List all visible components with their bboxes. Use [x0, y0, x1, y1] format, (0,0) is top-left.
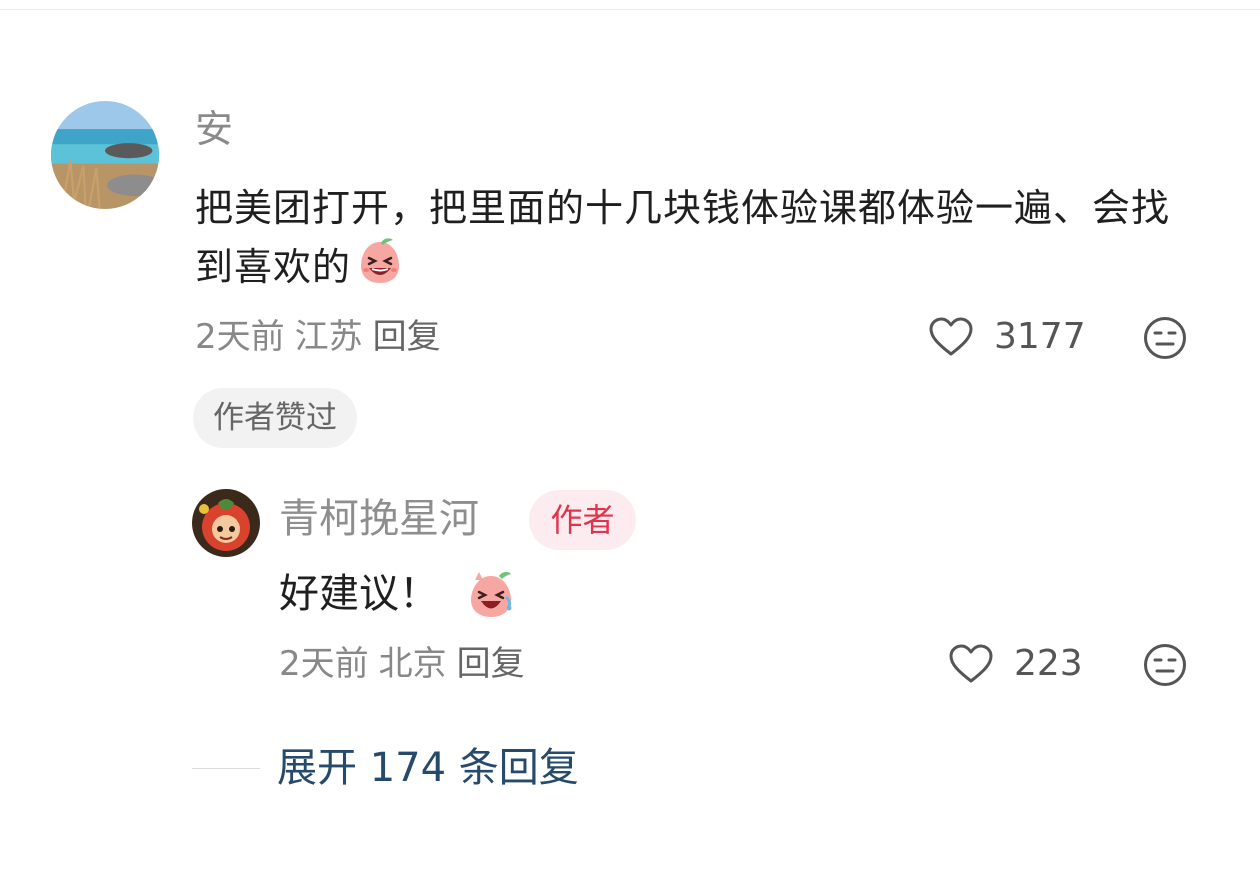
comment-time: 2天前 — [195, 317, 285, 357]
comment-like-button[interactable]: 3177 — [928, 315, 1086, 359]
comment-like-count: 3177 — [994, 316, 1086, 357]
comment-reply-button[interactable]: 回复 — [373, 317, 441, 357]
reply-like-button[interactable]: 223 — [948, 642, 1083, 686]
author-badge: 作者 — [529, 490, 636, 550]
reply-like-count: 223 — [1014, 643, 1083, 684]
reply-text-content: 好建议！ — [279, 571, 439, 617]
reply-reply-button[interactable]: 回复 — [457, 644, 525, 684]
heart-icon — [949, 644, 993, 683]
comment-text-content: 把美团打开，把里面的十几块钱体验课都体验一遍、会找到喜欢的 — [195, 186, 1171, 289]
laughing-peach-emoji-icon — [355, 236, 405, 286]
commenter-avatar[interactable] — [51, 101, 159, 209]
reply-meta: 2天前 北京 回复 — [279, 642, 535, 686]
expand-divider — [192, 768, 260, 769]
comment-location: 江苏 — [294, 317, 363, 357]
reply-dislike-button[interactable] — [1143, 643, 1187, 687]
commenter-username[interactable]: 安 — [195, 104, 233, 154]
comment-meta: 2天前 江苏 回复 — [195, 315, 451, 359]
author-liked-badge: 作者赞过 — [193, 388, 357, 448]
laughing-tears-peach-emoji-icon — [465, 568, 517, 620]
expand-replies-button[interactable]: 展开 174 条回复 — [277, 740, 579, 796]
reply-text: 好建议！ — [279, 566, 517, 622]
neutral-face-icon — [1144, 644, 1186, 686]
comment-dislike-button[interactable] — [1143, 316, 1187, 360]
replier-avatar[interactable] — [192, 489, 260, 557]
reply-time: 2天前 — [279, 644, 369, 684]
replier-username[interactable]: 青柯挽星河 — [279, 493, 479, 545]
neutral-face-icon — [1144, 317, 1186, 359]
top-divider — [0, 9, 1260, 10]
heart-icon — [929, 317, 973, 356]
reply-location: 北京 — [378, 644, 447, 684]
comment-text: 把美团打开，把里面的十几块钱体验课都体验一遍、会找到喜欢的 — [195, 180, 1205, 295]
